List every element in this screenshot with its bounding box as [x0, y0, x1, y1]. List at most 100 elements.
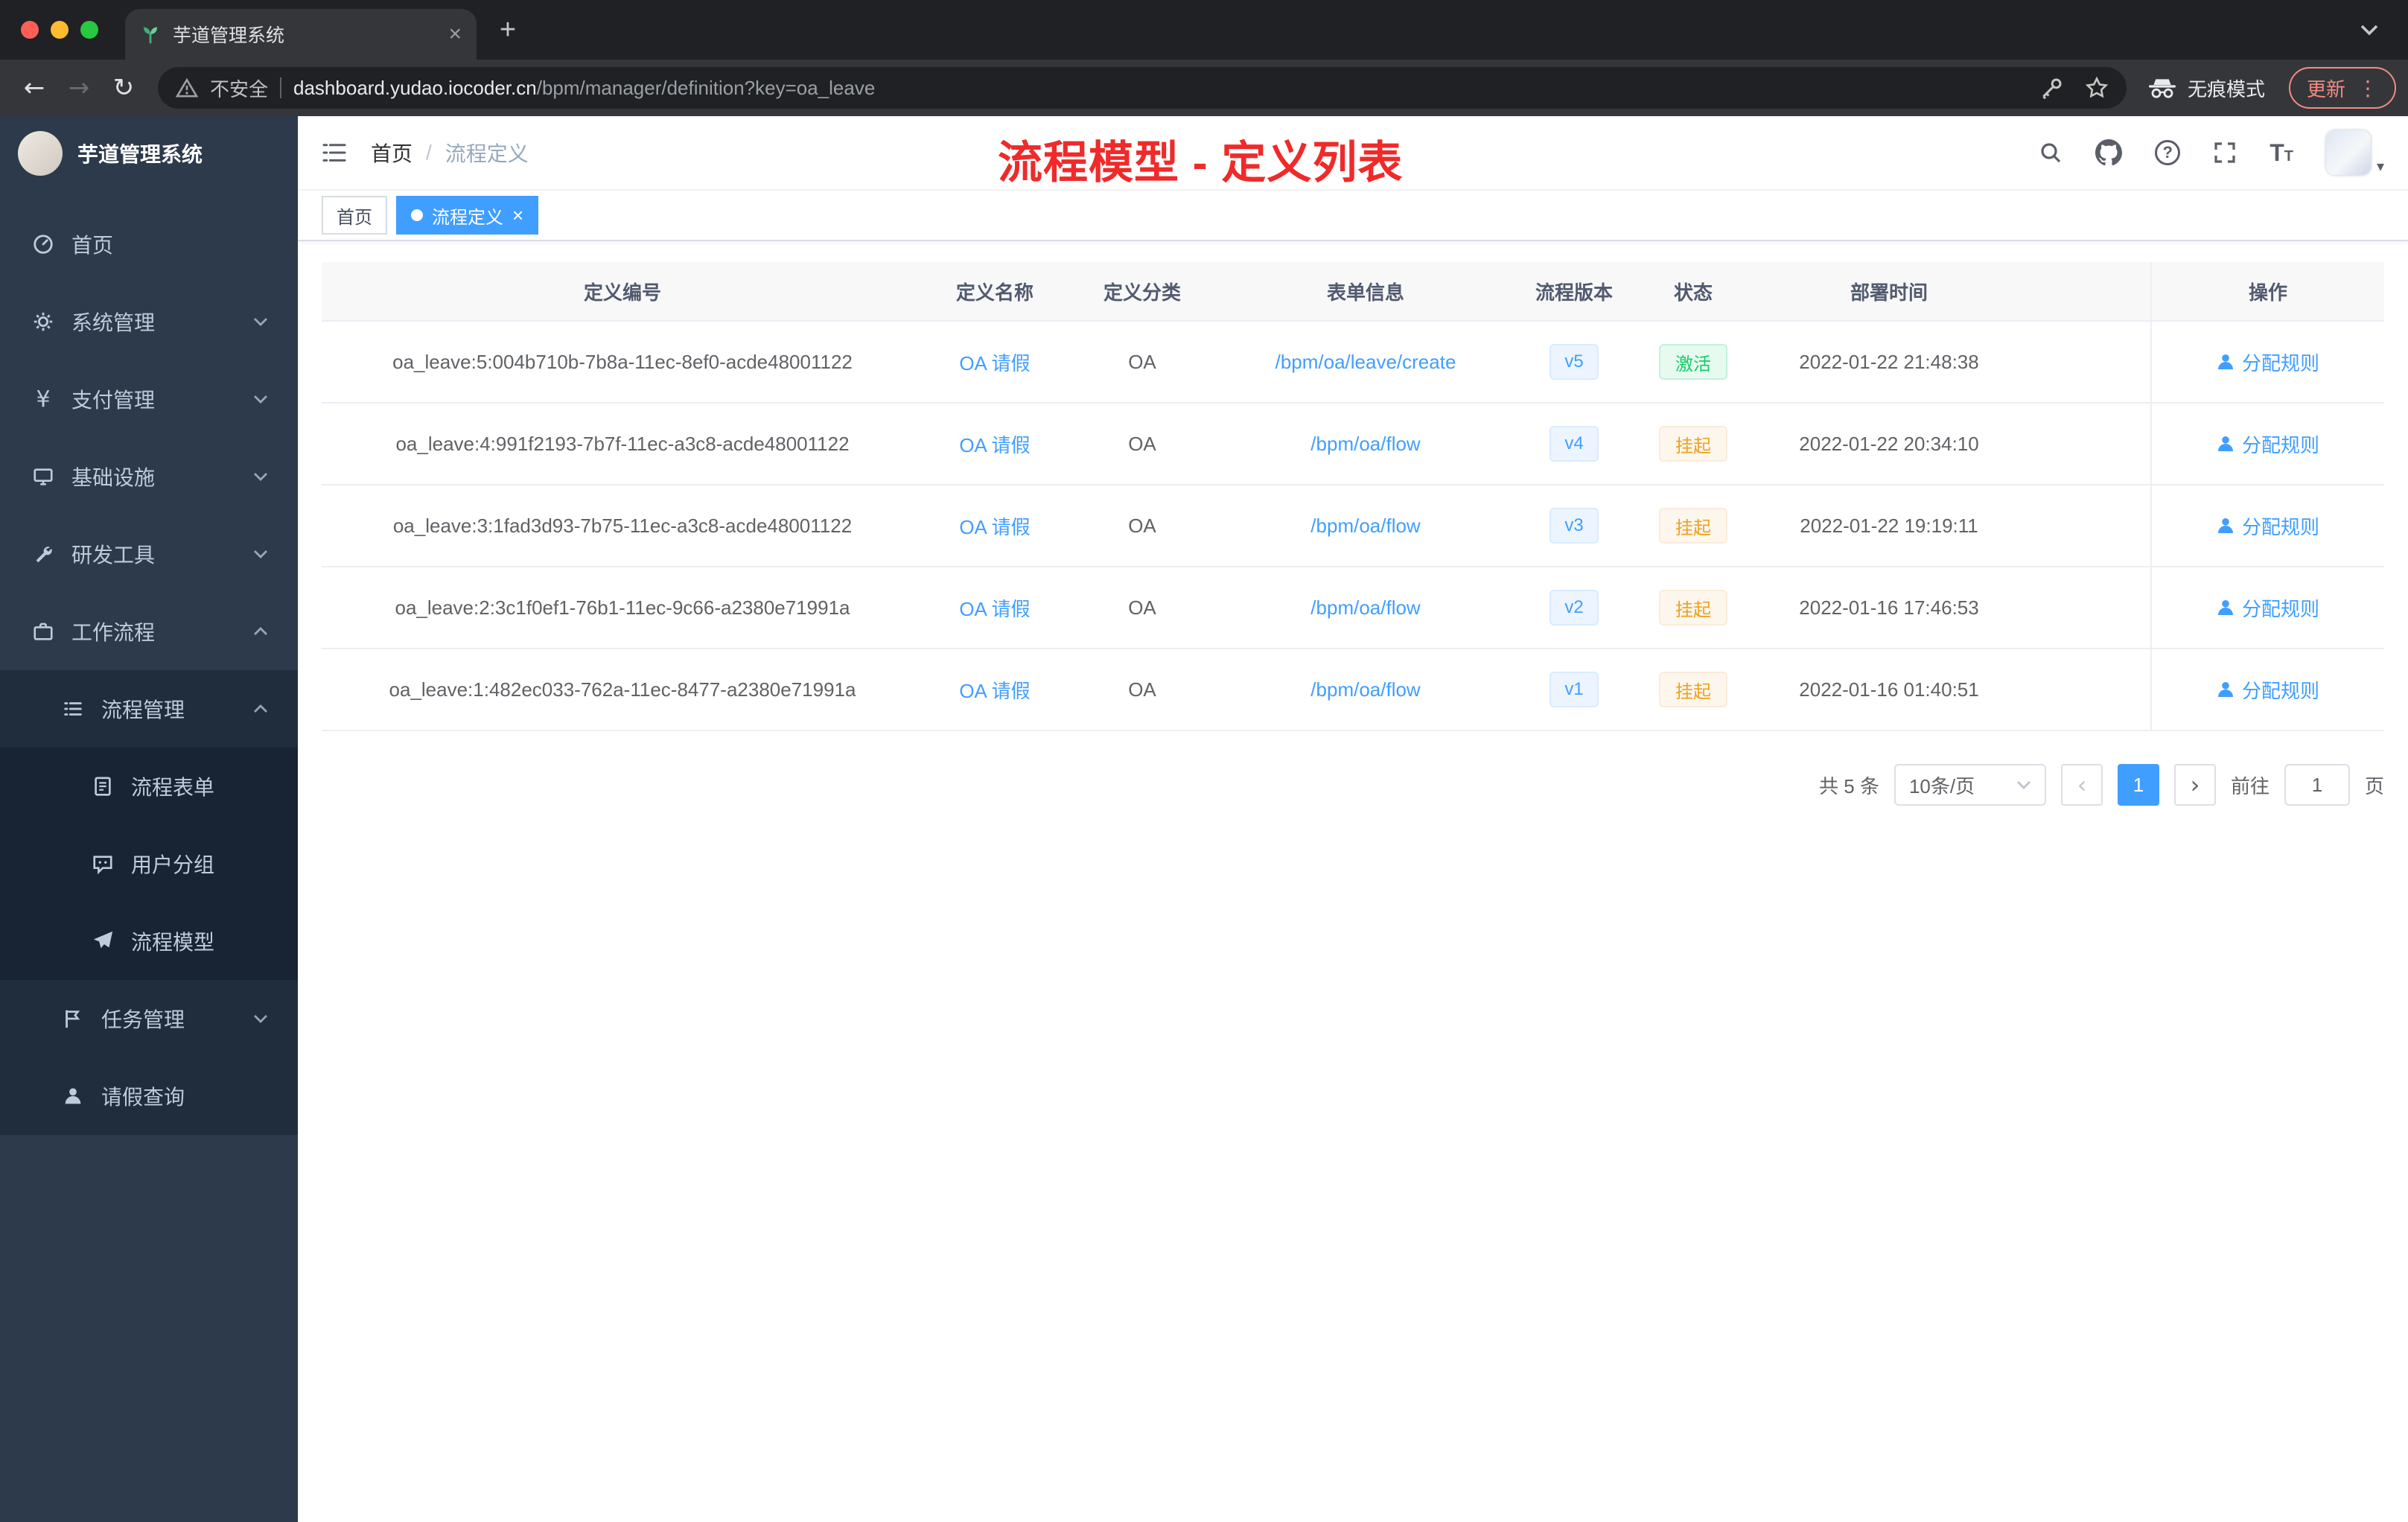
reload-button[interactable]: ↻ [101, 66, 146, 110]
chevron-up-icon [253, 627, 268, 636]
sidebar-collapse-icon[interactable] [322, 141, 347, 164]
wrench-icon [30, 543, 57, 565]
status-badge: 挂起 [1659, 672, 1727, 707]
assign-rule-label: 分配规则 [2241, 351, 2319, 375]
goto-page-input[interactable] [2284, 764, 2350, 806]
table-row: oa_leave:4:991f2193-7b7f-11ec-a3c8-acde4… [322, 404, 2384, 485]
tab-close-icon[interactable]: × [448, 23, 462, 45]
app-logo[interactable]: 芋道管理系统 [0, 116, 298, 191]
browser-tab[interactable]: 芋道管理系统 × [125, 9, 477, 60]
form-link[interactable]: /bpm/oa/flow [1310, 678, 1420, 701]
definition-name-link[interactable]: OA 请假 [959, 594, 1030, 622]
page-1-button[interactable]: 1 [2117, 764, 2159, 806]
version-badge: v4 [1549, 426, 1599, 462]
incognito-badge: 无痕模式 [2138, 74, 2274, 102]
sidebar-item-workflow[interactable]: 工作流程 [0, 593, 298, 670]
github-icon[interactable] [2095, 139, 2123, 166]
favicon-leaf-icon [140, 24, 161, 45]
help-icon[interactable]: ? [2155, 140, 2181, 165]
definition-name-link[interactable]: OA 请假 [959, 512, 1030, 540]
flag-icon [60, 1007, 86, 1030]
tab-title: 芋道管理系统 [173, 25, 285, 46]
security-label[interactable]: 不安全 [210, 74, 268, 102]
sidebar-item-label: 用户分组 [131, 853, 215, 876]
assign-rule-link[interactable]: 分配规则 [2217, 512, 2319, 540]
chevron-down-icon [2016, 781, 2030, 789]
key-icon[interactable] [2040, 76, 2064, 100]
breadcrumb-home[interactable]: 首页 [371, 138, 413, 168]
assign-rule-link[interactable]: 分配规则 [2217, 594, 2319, 622]
incognito-icon [2147, 77, 2177, 98]
sidebar-item-user-group[interactable]: 用户分组 [0, 825, 298, 902]
page-title-annotation: 流程模型 - 定义列表 [998, 138, 1404, 188]
user-avatar-menu[interactable]: ▾ [2325, 130, 2384, 175]
sidebar-item-system[interactable]: 系统管理 [0, 283, 298, 360]
search-icon[interactable] [2039, 141, 2063, 165]
bookmark-star-icon[interactable] [2085, 76, 2109, 100]
cell-deploy-time: 2022-01-16 17:46:53 [1799, 596, 1979, 619]
form-link[interactable]: /bpm/oa/flow [1310, 515, 1420, 538]
text-size-small: T [2284, 148, 2293, 165]
tag-close-icon[interactable]: × [512, 206, 523, 225]
prev-page-button[interactable]: ‹ [2060, 764, 2103, 806]
omnibox-actions [2040, 76, 2109, 100]
update-label: 更新 [2306, 77, 2345, 101]
assign-rule-link[interactable]: 分配规则 [2217, 676, 2319, 704]
sidebar-item-task-management[interactable]: 任务管理 [0, 980, 298, 1057]
chevron-down-icon [253, 317, 268, 326]
forward-button[interactable]: → [57, 66, 101, 110]
sidebar-item-infrastructure[interactable]: 基础设施 [0, 438, 298, 515]
kebab-menu-icon: ⋮ [2357, 75, 2378, 101]
cell-category: OA [1128, 432, 1156, 455]
zoom-window-button[interactable] [80, 21, 98, 39]
column-header-spacer [2027, 262, 2150, 320]
page-size-select[interactable]: 10条/页 [1893, 764, 2046, 806]
sidebar-item-process-model[interactable]: 流程模型 [0, 902, 298, 980]
text-size-icon[interactable]: TT [2270, 141, 2293, 165]
gauge-icon [30, 233, 57, 255]
app-shell: 芋道管理系统 首页 系统管理 ¥ 支付管理 基础设施 研发工具 工作流程 流程管… [0, 116, 2408, 1522]
definition-name-link[interactable]: OA 请假 [959, 676, 1030, 704]
list-icon [60, 698, 86, 720]
breadcrumb-separator: / [426, 141, 432, 164]
chevron-down-icon [253, 550, 268, 558]
assign-rule-label: 分配规则 [2241, 679, 2319, 702]
page-content: 定义编号 定义名称 定义分类 表单信息 流程版本 状态 部署时间 操作 oa_l… [298, 241, 2408, 1522]
address-bar[interactable]: 不安全 dashboard.yudao.iocoder.cn/bpm/manag… [158, 67, 2127, 109]
minimize-window-button[interactable] [51, 21, 69, 39]
status-badge: 激活 [1659, 344, 1727, 380]
sidebar-item-process-management[interactable]: 流程管理 [0, 670, 298, 748]
cell-definition-id: oa_leave:3:1fad3d93-7b75-11ec-a3c8-acde4… [392, 514, 853, 537]
table-row: oa_leave:1:482ec033-762a-11ec-8477-a2380… [322, 649, 2384, 731]
assign-rule-link[interactable]: 分配规则 [2217, 348, 2319, 376]
tag-home[interactable]: 首页 [322, 196, 387, 235]
back-button[interactable]: ← [12, 66, 57, 110]
form-link[interactable]: /bpm/oa/flow [1310, 433, 1420, 456]
browser-update-menu-button[interactable]: 更新 ⋮ [2288, 67, 2396, 109]
status-badge: 挂起 [1659, 426, 1727, 462]
new-tab-button[interactable]: + [488, 10, 527, 49]
tab-search-chevron-icon[interactable] [2360, 24, 2378, 36]
assign-rule-link[interactable]: 分配规则 [2217, 430, 2319, 458]
close-window-button[interactable] [21, 21, 39, 39]
version-badge: v1 [1549, 672, 1599, 707]
definition-name-link[interactable]: OA 请假 [959, 430, 1030, 458]
sidebar-item-leave-query[interactable]: 请假查询 [0, 1057, 298, 1135]
sidebar-item-label: 工作流程 [71, 621, 156, 644]
table-row: oa_leave:5:004b710b-7b8a-11ec-8ef0-acde4… [322, 322, 2384, 404]
active-tag-dot [411, 209, 423, 221]
sidebar-item-home[interactable]: 首页 [0, 206, 298, 283]
sidebar: 芋道管理系统 首页 系统管理 ¥ 支付管理 基础设施 研发工具 工作流程 流程管… [0, 116, 298, 1522]
form-link[interactable]: /bpm/oa/leave/create [1275, 351, 1456, 374]
form-link[interactable]: /bpm/oa/flow [1310, 596, 1420, 620]
sidebar-item-process-form[interactable]: 流程表单 [0, 748, 298, 825]
cell-spacer [2027, 567, 2150, 648]
definition-name-link[interactable]: OA 请假 [959, 348, 1030, 376]
url-path: /bpm/manager/definition?key=oa_leave [536, 76, 876, 99]
next-page-button[interactable]: › [2173, 764, 2216, 806]
tag-process-definition[interactable]: 流程定义 × [396, 196, 539, 235]
sidebar-item-dev-tools[interactable]: 研发工具 [0, 515, 298, 593]
fullscreen-icon[interactable] [2213, 141, 2237, 165]
cell-category: OA [1128, 350, 1156, 373]
sidebar-item-payment[interactable]: ¥ 支付管理 [0, 360, 298, 438]
